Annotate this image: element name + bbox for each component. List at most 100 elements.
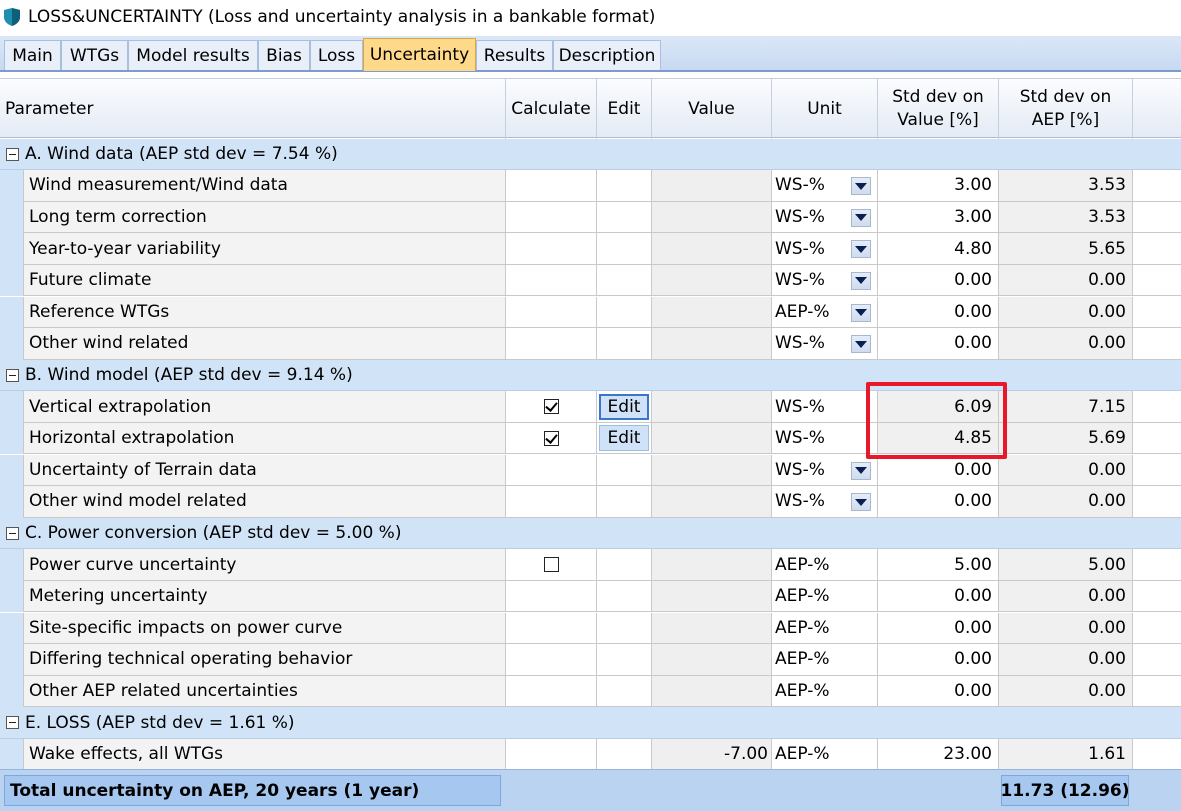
value-cell[interactable] xyxy=(652,549,772,581)
collapse-toggle-icon[interactable] xyxy=(6,147,19,161)
std-dev-value-cell[interactable]: 0.00 xyxy=(878,264,999,297)
chevron-down-icon xyxy=(855,467,867,474)
tab-wtgs[interactable]: WTGs xyxy=(61,40,128,70)
checkbox-unchecked-icon[interactable] xyxy=(543,557,559,573)
col-edit-header[interactable]: Edit xyxy=(597,79,652,139)
group-row[interactable]: A. Wind data (AEP std dev = 7.54 %) xyxy=(0,138,1181,171)
dropdown-arrow-icon[interactable] xyxy=(851,493,871,512)
value-cell[interactable] xyxy=(652,612,772,645)
row-gutter xyxy=(0,201,23,234)
unit-cell[interactable]: WS-% xyxy=(772,201,878,234)
unit-label: AEP-% xyxy=(775,554,830,575)
value-cell[interactable] xyxy=(652,422,772,455)
std-dev-value-cell[interactable]: 0.00 xyxy=(878,296,999,329)
total-footer: Total uncertainty on AEP, 20 years (1 ye… xyxy=(0,769,1181,811)
std-dev-value-cell[interactable]: 0.00 xyxy=(878,612,999,645)
col-std-aep-header[interactable]: Std dev on AEP [%] xyxy=(999,79,1133,139)
tab-results[interactable]: Results xyxy=(476,40,553,70)
chevron-down-icon xyxy=(855,340,867,348)
table-row: Year-to-year variability WS-% 4.80 5.65 xyxy=(0,233,1181,265)
unit-cell[interactable]: WS-% xyxy=(772,264,878,297)
calculate-cell[interactable] xyxy=(506,549,597,581)
std-dev-value-cell[interactable]: 3.00 xyxy=(878,201,999,234)
filler-cell xyxy=(1133,738,1181,771)
dropdown-arrow-icon[interactable] xyxy=(851,208,871,227)
tab-main[interactable]: Main xyxy=(4,40,61,70)
tab-description[interactable]: Description xyxy=(553,40,661,70)
tab-bias[interactable]: Bias xyxy=(258,40,310,70)
value-cell[interactable] xyxy=(652,170,772,202)
calculate-cell[interactable] xyxy=(506,391,597,423)
unit-cell[interactable]: WS-% xyxy=(772,328,878,360)
filler-cell xyxy=(1133,644,1181,676)
value-cell[interactable] xyxy=(652,201,772,234)
edit-cell xyxy=(597,264,652,297)
unit-cell[interactable]: AEP-% xyxy=(772,296,878,329)
dropdown-arrow-icon[interactable] xyxy=(851,271,871,290)
value-cell[interactable] xyxy=(652,675,772,708)
unit-cell[interactable]: WS-% xyxy=(772,454,878,487)
calculate-cell[interactable] xyxy=(506,422,597,455)
value-cell[interactable] xyxy=(652,264,772,297)
std-dev-aep-cell: 0.00 xyxy=(999,328,1133,360)
std-dev-value-cell[interactable]: 0.00 xyxy=(878,675,999,708)
filler-cell xyxy=(1133,422,1181,455)
filler-cell xyxy=(1133,580,1181,613)
collapse-toggle-icon[interactable] xyxy=(6,716,19,730)
row-gutter xyxy=(0,264,23,297)
unit-cell[interactable]: WS-% xyxy=(772,233,878,265)
std-dev-value-cell[interactable]: 3.00 xyxy=(878,170,999,202)
group-row[interactable]: B. Wind model (AEP std dev = 9.14 %) xyxy=(0,359,1181,392)
collapse-toggle-icon[interactable] xyxy=(6,368,19,382)
std-dev-value-cell[interactable]: 0.00 xyxy=(878,454,999,487)
dropdown-arrow-icon[interactable] xyxy=(851,177,871,196)
std-dev-value-cell[interactable]: 4.80 xyxy=(878,233,999,265)
dropdown-arrow-icon[interactable] xyxy=(851,461,871,480)
group-row[interactable]: E. LOSS (AEP std dev = 1.61 %) xyxy=(0,707,1181,739)
std-dev-value-cell[interactable]: 0.00 xyxy=(878,644,999,676)
tab-loss[interactable]: Loss xyxy=(310,40,363,70)
unit-cell[interactable]: WS-% xyxy=(772,486,878,518)
dropdown-arrow-icon[interactable] xyxy=(851,303,871,322)
edit-button[interactable]: Edit xyxy=(599,425,649,452)
dropdown-arrow-icon[interactable] xyxy=(851,240,871,259)
tab-model-results[interactable]: Model results xyxy=(128,40,258,70)
value-cell[interactable] xyxy=(652,296,772,329)
value-cell[interactable]: -7.00 xyxy=(652,738,772,771)
value-cell[interactable] xyxy=(652,454,772,487)
checkbox-checked-icon[interactable] xyxy=(543,399,559,415)
checkbox-checked-icon[interactable] xyxy=(543,430,559,446)
edit-button[interactable]: Edit xyxy=(599,393,649,420)
value-cell[interactable] xyxy=(652,644,772,676)
calculate-cell xyxy=(506,328,597,360)
chevron-down-icon xyxy=(855,182,867,190)
unit-label: AEP-% xyxy=(775,680,830,701)
table-row: Power curve uncertainty AEP-% 5.00 5.00 xyxy=(0,549,1181,581)
std-dev-value-cell[interactable]: 5.00 xyxy=(878,549,999,581)
std-dev-value-cell[interactable]: 23.00 xyxy=(878,738,999,771)
tab-uncertainty[interactable]: Uncertainty xyxy=(363,38,476,71)
value-cell[interactable] xyxy=(652,233,772,265)
std-dev-value-cell[interactable]: 0.00 xyxy=(878,328,999,360)
value-cell[interactable] xyxy=(652,328,772,360)
table-row: Uncertainty of Terrain data WS-% 0.00 0.00 xyxy=(0,454,1181,487)
col-value-header[interactable]: Value xyxy=(652,79,772,139)
std-dev-value-cell[interactable]: 0.00 xyxy=(878,580,999,613)
collapse-toggle-icon[interactable] xyxy=(6,526,19,540)
std-dev-aep-cell: 5.65 xyxy=(999,233,1133,265)
unit-label: WS-% xyxy=(775,206,825,227)
dropdown-arrow-icon[interactable] xyxy=(851,335,871,354)
std-dev-value-cell[interactable]: 0.00 xyxy=(878,486,999,518)
tab-bar: Main WTGs Model results Bias Loss Uncert… xyxy=(0,36,1181,72)
value-cell[interactable] xyxy=(652,580,772,613)
col-calculate-header[interactable]: Calculate xyxy=(506,79,597,139)
col-std-value-header[interactable]: Std dev on Value [%] xyxy=(878,79,999,139)
value-cell[interactable] xyxy=(652,486,772,518)
table-row: Future climate WS-% 0.00 0.00 xyxy=(0,264,1181,297)
col-unit-header[interactable]: Unit xyxy=(772,79,878,139)
filler-cell xyxy=(1133,233,1181,265)
col-parameter-header[interactable]: Parameter xyxy=(0,79,506,139)
group-row[interactable]: C. Power conversion (AEP std dev = 5.00 … xyxy=(0,517,1181,550)
value-cell[interactable] xyxy=(652,391,772,423)
unit-cell[interactable]: WS-% xyxy=(772,170,878,202)
